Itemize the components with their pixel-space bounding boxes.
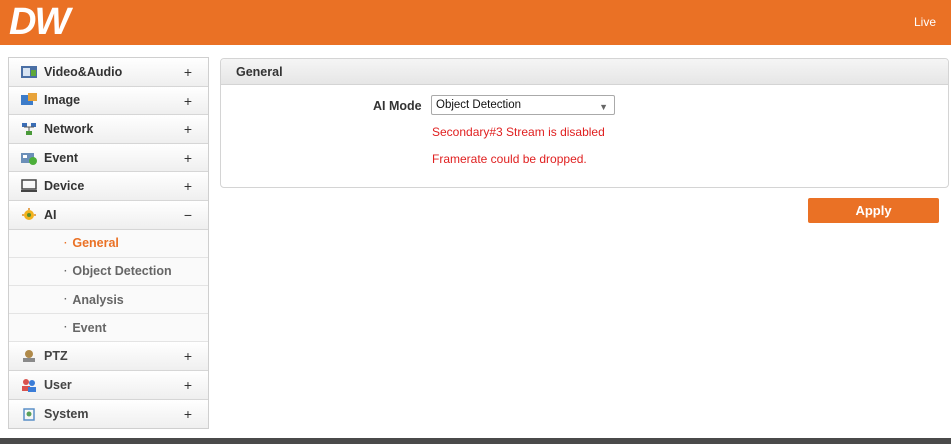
sidebar-item-ptz[interactable]: PTZ +	[9, 342, 208, 371]
sidebar-item-event[interactable]: Event +	[9, 143, 208, 173]
sidebar-item-device[interactable]: Device +	[9, 172, 208, 201]
bullet-icon: ·	[64, 294, 68, 306]
sidebar-subitem-general[interactable]: · General	[9, 229, 208, 258]
sidebar-item-label: Event	[44, 150, 79, 165]
expand-icon: +	[183, 121, 192, 138]
system-icon	[21, 407, 37, 421]
ptz-icon	[21, 349, 37, 363]
sidebar-item-label: Video&Audio	[44, 64, 123, 79]
sidebar-subitem-label: Object Detection	[72, 264, 172, 279]
sidebar-item-system[interactable]: System +	[9, 399, 208, 429]
sidebar-item-label: PTZ	[44, 349, 68, 364]
sidebar-subitem-label: Analysis	[72, 292, 124, 307]
sidebar-item-video-audio[interactable]: Video&Audio +	[9, 58, 208, 87]
sidebar-item-image[interactable]: Image +	[9, 86, 208, 116]
sidebar-item-label: User	[44, 377, 72, 392]
expand-icon: +	[183, 64, 192, 80]
image-icon	[21, 93, 37, 107]
ai-mode-value: Object Detection	[436, 99, 522, 111]
sidebar-menu: Video&Audio + Image + Network + Event + …	[8, 57, 209, 430]
general-panel: General AI Mode Object Detection ▼ Secon…	[220, 58, 949, 188]
sidebar-subitem-label: General	[72, 236, 119, 251]
framerate-warning: Framerate could be dropped.	[432, 152, 587, 166]
sidebar-item-ai[interactable]: AI −	[9, 200, 208, 230]
live-link[interactable]: Live	[914, 15, 936, 29]
bullet-icon: ·	[64, 237, 68, 249]
ai-icon	[21, 207, 37, 222]
dropdown-arrow-icon: ▼	[599, 102, 608, 112]
bottom-bar	[0, 438, 951, 444]
expand-icon: +	[183, 92, 192, 109]
expand-icon: +	[183, 376, 192, 393]
sidebar-item-label: System	[44, 406, 89, 421]
device-icon	[21, 179, 37, 193]
sidebar-item-label: Device	[44, 179, 85, 194]
bullet-icon: ·	[64, 265, 68, 277]
event-icon	[21, 151, 37, 165]
video-audio-icon	[21, 65, 37, 79]
expand-icon: +	[183, 149, 192, 166]
sidebar-subitem-analysis[interactable]: · Analysis	[9, 285, 208, 315]
sidebar-subitem-label: Event	[72, 320, 107, 335]
sidebar-item-label: Network	[44, 121, 94, 136]
network-icon	[21, 122, 37, 136]
expand-icon: +	[183, 405, 192, 422]
sidebar-item-label: Image	[44, 93, 81, 108]
user-icon	[21, 378, 37, 392]
expand-icon: +	[183, 178, 192, 195]
sidebar-subitem-event[interactable]: · Event	[9, 314, 208, 343]
sidebar-item-user[interactable]: User +	[9, 370, 208, 400]
expand-icon: +	[183, 348, 192, 365]
apply-button[interactable]: Apply	[808, 198, 939, 223]
collapse-icon: −	[183, 206, 192, 223]
sidebar-item-label: AI	[44, 207, 57, 222]
sidebar-subitem-object-detection[interactable]: · Object Detection	[9, 257, 208, 286]
dw-logo: DW	[9, 1, 70, 43]
ai-mode-select[interactable]: Object Detection ▼	[431, 95, 615, 115]
ai-mode-label: AI Mode	[373, 99, 422, 113]
top-header: DW Live	[0, 0, 951, 45]
stream-disabled-warning: Secondary#3 Stream is disabled	[432, 125, 605, 139]
bullet-icon: ·	[64, 322, 68, 334]
panel-title: General	[221, 59, 948, 85]
sidebar-item-network[interactable]: Network +	[9, 115, 208, 144]
